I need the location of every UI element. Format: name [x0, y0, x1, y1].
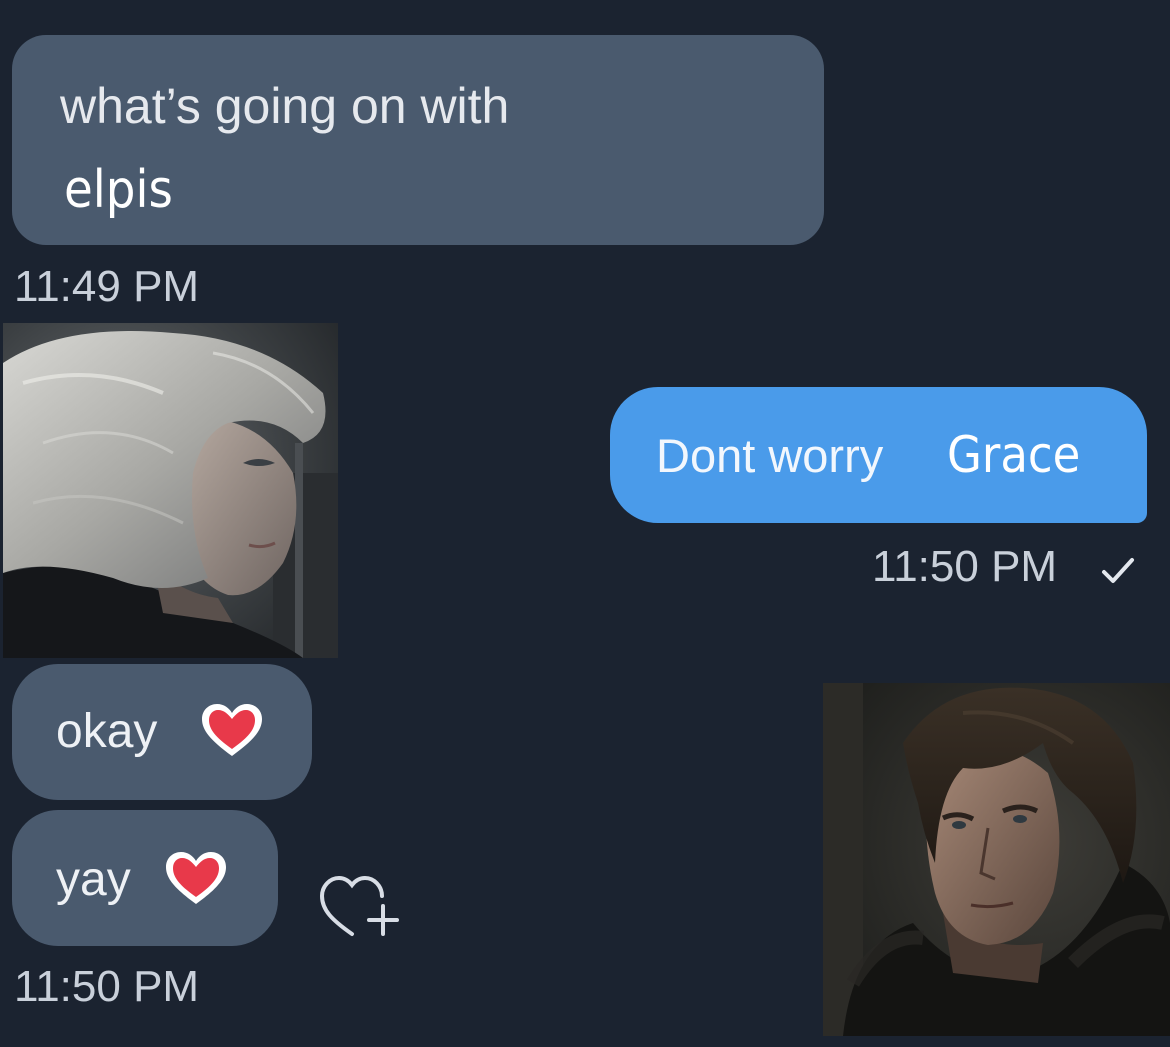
man-portrait-image [823, 683, 1170, 1036]
outgoing-photo[interactable] [823, 683, 1170, 1036]
message-text-line-2: elpis [64, 160, 173, 220]
heart-icon [202, 704, 262, 756]
checkmark-icon [1102, 558, 1134, 583]
message-bubble-outgoing[interactable]: Dont worry Grace [610, 387, 1147, 523]
message-text: yay [56, 853, 131, 906]
message-text-part-2: Grace [947, 426, 1081, 484]
add-reaction-heart-icon[interactable] [312, 862, 402, 942]
woman-portrait-image [3, 323, 338, 658]
message-timestamp: 11:50 PM [872, 542, 1058, 591]
incoming-photo[interactable] [3, 323, 338, 658]
message-text-line-1: what’s going on with [60, 78, 510, 134]
message-text: okay [56, 705, 158, 758]
heart-icon [166, 852, 226, 904]
message-bubble-incoming[interactable]: okay [12, 664, 312, 800]
message-timestamp: 11:49 PM [14, 262, 200, 311]
message-bubble-incoming[interactable]: what’s going on with elpis [12, 35, 824, 245]
message-bubble-incoming[interactable]: yay [12, 810, 278, 946]
message-text-part-1: Dont worry [656, 429, 884, 482]
message-timestamp: 11:50 PM [14, 962, 200, 1011]
